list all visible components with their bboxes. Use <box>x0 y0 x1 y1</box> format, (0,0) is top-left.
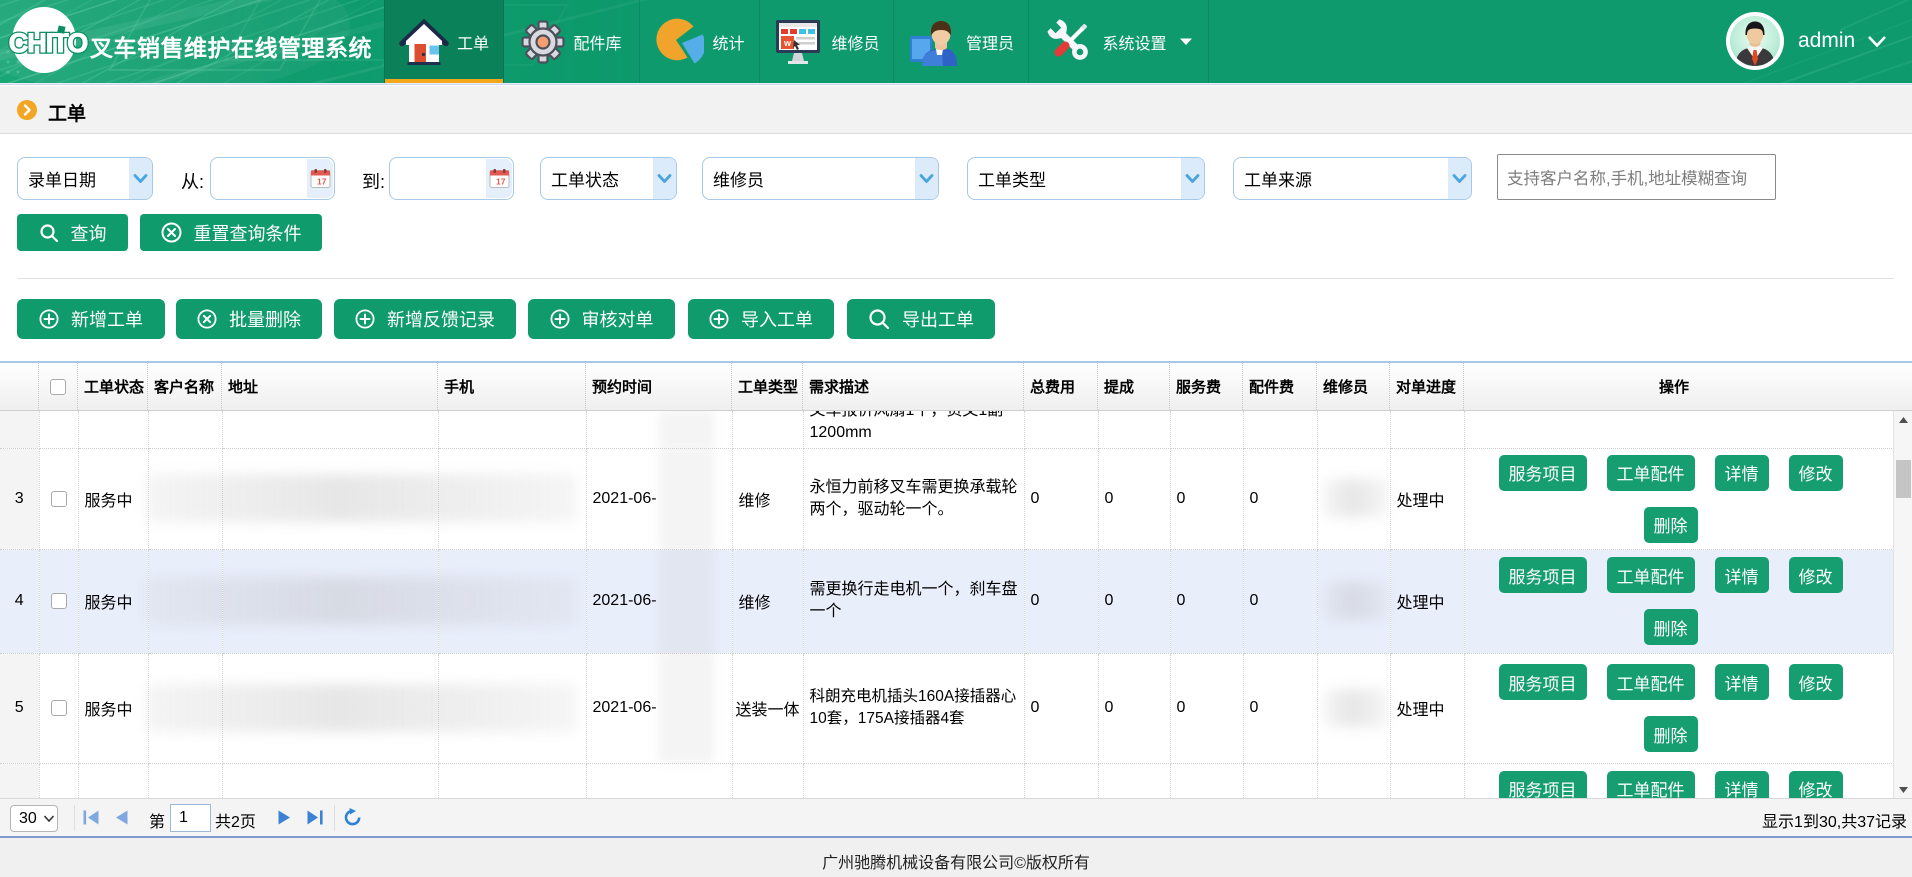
svg-text:17: 17 <box>496 177 506 187</box>
svg-text:17: 17 <box>317 177 327 187</box>
svg-text:w: w <box>783 38 792 48</box>
svg-text:CHITO: CHITO <box>9 28 88 58</box>
